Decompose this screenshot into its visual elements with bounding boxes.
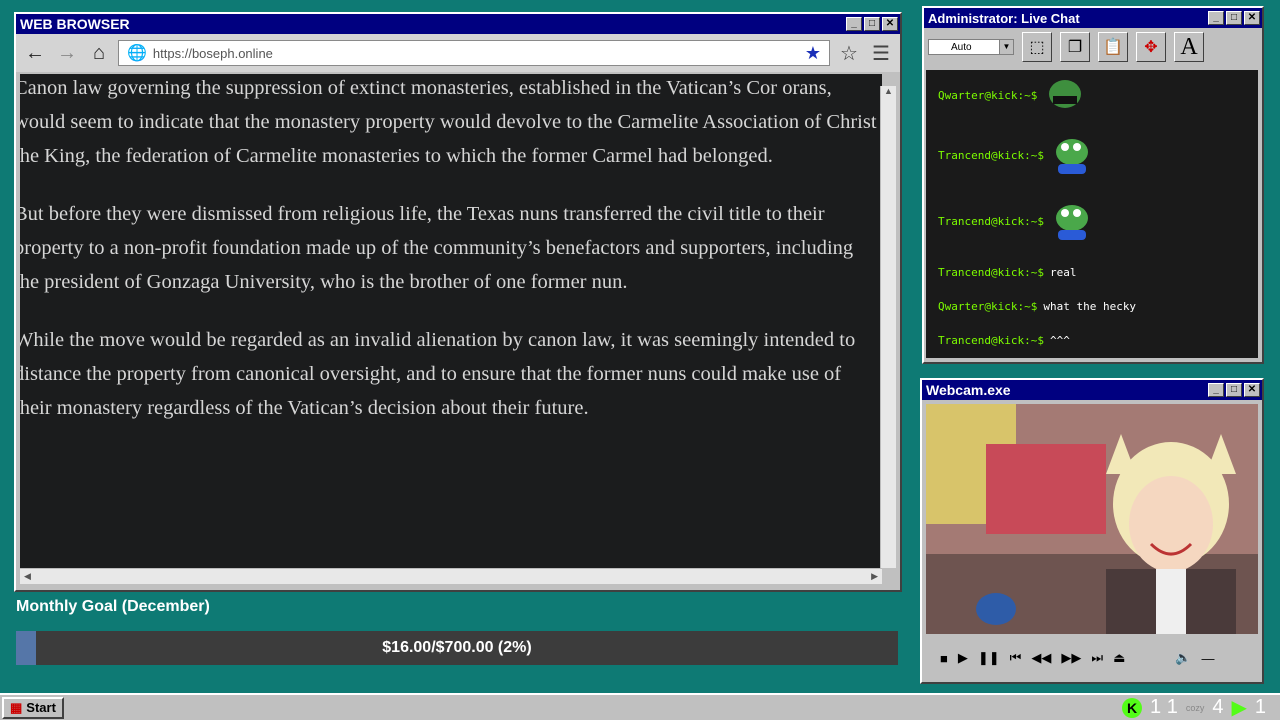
pepe-emote-icon (1055, 139, 1088, 174)
skip-forward-icon[interactable]: ⏭ (1091, 650, 1103, 666)
scroll-right-icon[interactable]: ▶ (871, 571, 878, 582)
taskbar: ▦ Start K 1 1 cozy 4 ▶ 1 (0, 693, 1280, 720)
move-icon[interactable]: ✥ (1136, 32, 1166, 62)
maximize-button[interactable]: □ (1226, 383, 1242, 397)
skip-back-icon[interactable]: ⏮ (1010, 650, 1022, 666)
pause-icon[interactable]: ❚❚ (978, 650, 1000, 666)
volume-slider[interactable]: — (1202, 651, 1215, 666)
auto-select[interactable]: Auto ▼ (928, 39, 1014, 55)
eject-icon[interactable]: ⏏ (1113, 650, 1125, 666)
minimize-button[interactable]: _ (1208, 11, 1224, 25)
page-content[interactable]: Canon law governing the suppression of e… (20, 74, 882, 568)
webcam-titlebar[interactable]: Webcam.exe _ □ ✕ (922, 380, 1262, 400)
maximize-button[interactable]: □ (864, 17, 880, 31)
goal-progress-text: $16.00/$700.00 (2%) (382, 639, 532, 656)
chat-text: ^^^ (1049, 334, 1070, 347)
play-icon[interactable]: ▶ (958, 650, 968, 666)
media-controls: ■ ▶ ❚❚ ⏮ ◀◀ ▶▶ ⏭ ⏏ 🔈 — (926, 642, 1258, 674)
tray-subtext: cozy (1185, 702, 1205, 713)
chat-username: Qwarter@kick:~$ (938, 88, 1038, 102)
chat-window: Administrator: Live Chat _ □ ✕ Auto ▼ ⬚ … (922, 6, 1264, 364)
chat-username: Trancend@kick:~$ (938, 148, 1044, 162)
chat-log[interactable]: Qwarter@kick:~$ Trancend@kick:~$ Trancen… (926, 70, 1258, 358)
paste-icon[interactable]: 📋 (1098, 32, 1128, 62)
maximize-button[interactable]: □ (1226, 11, 1242, 25)
chat-message: Trancend@kick:~$ ^^^ (938, 334, 1070, 347)
tray-text: 1 1 (1150, 696, 1178, 718)
minimize-button[interactable]: _ (1208, 383, 1224, 397)
paragraph: Canon law governing the suppression of e… (20, 77, 877, 167)
webcam-feed (926, 404, 1258, 634)
windows-logo-icon: ▦ (10, 699, 23, 715)
chat-message: Trancend@kick:~$ (938, 134, 1094, 176)
webcam-title: Webcam.exe (926, 382, 1011, 398)
chat-username: Trancend@kick:~$ (938, 334, 1044, 347)
forward-icon[interactable]: → (54, 40, 80, 66)
pepe-emote-icon (1055, 205, 1088, 240)
horizontal-scrollbar[interactable]: ◀ ▶ (20, 568, 882, 584)
kick-icon[interactable]: K (1122, 697, 1143, 718)
browser-titlebar[interactable]: WEB BROWSER _ □ ✕ (16, 14, 900, 34)
select-icon[interactable]: ⬚ (1022, 32, 1052, 62)
chat-message: Trancend@kick:~$ (938, 200, 1094, 242)
paragraph: But before they were dismissed from reli… (20, 203, 854, 293)
back-icon[interactable]: ← (22, 40, 48, 66)
goal-progress-bar: $16.00/$700.00 (2%) (16, 631, 898, 665)
rewind-icon[interactable]: ◀◀ (1031, 650, 1051, 666)
browser-window: WEB BROWSER _ □ ✕ ← → ⌂ 🌐 https://boseph… (14, 12, 902, 592)
copy-icon[interactable]: ❐ (1060, 32, 1090, 62)
chat-title: Administrator: Live Chat (928, 10, 1080, 26)
webcam-window: Webcam.exe _ □ ✕ ■ ▶ ❚❚ ⏮ ◀◀ ▶▶ ⏭ ⏏ 🔈 — (920, 378, 1264, 684)
webcam-image (926, 404, 1258, 634)
chat-message: Trancend@kick:~$ real (938, 266, 1076, 279)
globe-icon: 🌐 (127, 45, 147, 62)
start-button[interactable]: ▦ Start (2, 696, 64, 719)
minimize-button[interactable]: _ (846, 17, 862, 31)
volume-icon[interactable]: 🔈 (1175, 650, 1191, 666)
tray-count: 4 (1212, 696, 1224, 718)
browser-title: WEB BROWSER (20, 16, 130, 32)
browser-navbar: ← → ⌂ 🌐 https://boseph.online ★ ☆ ☰ (16, 34, 900, 72)
chat-username: Trancend@kick:~$ (938, 214, 1044, 228)
chat-text: what the hecky (1043, 300, 1137, 313)
chat-toolbar: Auto ▼ ⬚ ❐ 📋 ✥ A (924, 28, 1262, 66)
font-icon[interactable]: A (1174, 32, 1204, 62)
menu-icon[interactable]: ☰ (868, 40, 894, 66)
vertical-scrollbar[interactable]: ▲ (880, 86, 896, 568)
chat-username: Qwarter@kick:~$ (938, 300, 1038, 313)
scroll-up-icon[interactable]: ▲ (881, 86, 896, 100)
auto-select-label: Auto (951, 41, 972, 53)
stop-icon[interactable]: ■ (940, 651, 948, 666)
chat-text: real (1049, 266, 1077, 279)
bookmark-star-icon[interactable]: ★ (805, 43, 821, 64)
chat-titlebar[interactable]: Administrator: Live Chat _ □ ✕ (924, 8, 1262, 28)
home-icon[interactable]: ⌂ (86, 40, 112, 66)
system-tray: K 1 1 cozy 4 ▶ 1 (1122, 695, 1280, 720)
url-text[interactable]: https://boseph.online (153, 46, 799, 61)
chat-username: Trancend@kick:~$ (938, 266, 1044, 279)
favorites-icon[interactable]: ☆ (836, 40, 862, 66)
paragraph: While the move would be regarded as an i… (20, 329, 856, 419)
chevron-down-icon[interactable]: ▼ (999, 40, 1013, 54)
fast-forward-icon[interactable]: ▶▶ (1061, 650, 1081, 666)
start-label: Start (26, 700, 56, 715)
close-button[interactable]: ✕ (1244, 383, 1260, 397)
tray-count2: 1 (1254, 696, 1266, 718)
address-bar[interactable]: 🌐 https://boseph.online ★ (118, 40, 830, 66)
scroll-left-icon[interactable]: ◀ (24, 571, 31, 582)
goal-title: Monthly Goal (December) (16, 598, 210, 615)
close-button[interactable]: ✕ (882, 17, 898, 31)
play-tray-icon[interactable]: ▶ (1231, 695, 1246, 720)
pepe-emote-icon (1049, 80, 1082, 108)
chat-message: Qwarter@kick:~$ (938, 74, 1087, 116)
close-button[interactable]: ✕ (1244, 11, 1260, 25)
chat-message: Qwarter@kick:~$ what the hecky (938, 300, 1136, 313)
